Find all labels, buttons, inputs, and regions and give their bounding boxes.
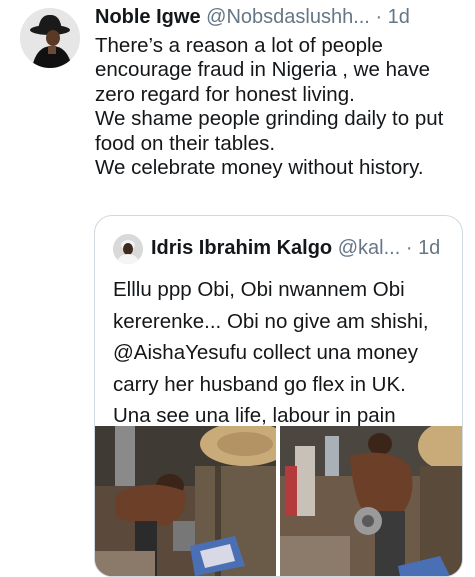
tweet-text-line: zero regard for honest living. xyxy=(95,82,355,106)
quoted-media-grid xyxy=(95,426,462,576)
tweet-header: Noble Igwe @Nobsdaslushh... · 1d xyxy=(95,5,465,29)
tweet-time[interactable]: 1d xyxy=(388,6,410,28)
separator-dot: · xyxy=(405,237,413,259)
tweet-text: There’s a reason a lot of people encoura… xyxy=(95,34,465,180)
quoted-tweet-time[interactable]: 1d xyxy=(418,237,440,259)
author-handle[interactable]: @Nobsdaslushh... xyxy=(206,6,370,28)
quoted-tweet-header: Idris Ibrahim Kalgo @kal... · 1d xyxy=(151,234,451,262)
tweet-text-line: We shame people grinding daily to put xyxy=(95,107,444,131)
avatar-icon xyxy=(20,8,80,68)
tweet-text-line: food on their tables. xyxy=(95,131,276,155)
quoted-text-line: carry her husband go flex in UK. xyxy=(113,372,406,396)
separator-dot: · xyxy=(375,6,383,28)
photo-image xyxy=(95,426,276,576)
media-photo-2[interactable] xyxy=(280,426,462,576)
tweet-text-line: We celebrate money without history. xyxy=(95,156,424,180)
tweet-text-line: encourage fraud in Nigeria , we have xyxy=(95,58,431,82)
photo-image xyxy=(280,426,462,576)
quoted-tweet-text: Elllu ppp Obi, Obi nwannem Obi kererenke… xyxy=(113,274,453,432)
author-name[interactable]: Noble Igwe xyxy=(95,6,201,28)
avatar-icon xyxy=(113,234,143,264)
quoted-author-name[interactable]: Idris Ibrahim Kalgo xyxy=(151,237,332,259)
tweet-text-line: There’s a reason a lot of people xyxy=(95,34,383,57)
quoted-text-line: kererenke... Obi no give am shishi, xyxy=(113,309,429,333)
media-photo-1[interactable] xyxy=(95,426,276,576)
quoted-author-avatar[interactable] xyxy=(113,234,143,264)
quoted-author-handle[interactable]: @kal... xyxy=(338,237,401,259)
quoted-text-line: Elllu ppp Obi, Obi nwannem Obi xyxy=(113,278,405,301)
author-avatar[interactable] xyxy=(20,8,80,68)
quoted-text-line: @AishaYesufu collect una money xyxy=(113,341,418,364)
quoted-tweet-card[interactable]: Idris Ibrahim Kalgo @kal... · 1d Elllu p… xyxy=(94,215,463,577)
